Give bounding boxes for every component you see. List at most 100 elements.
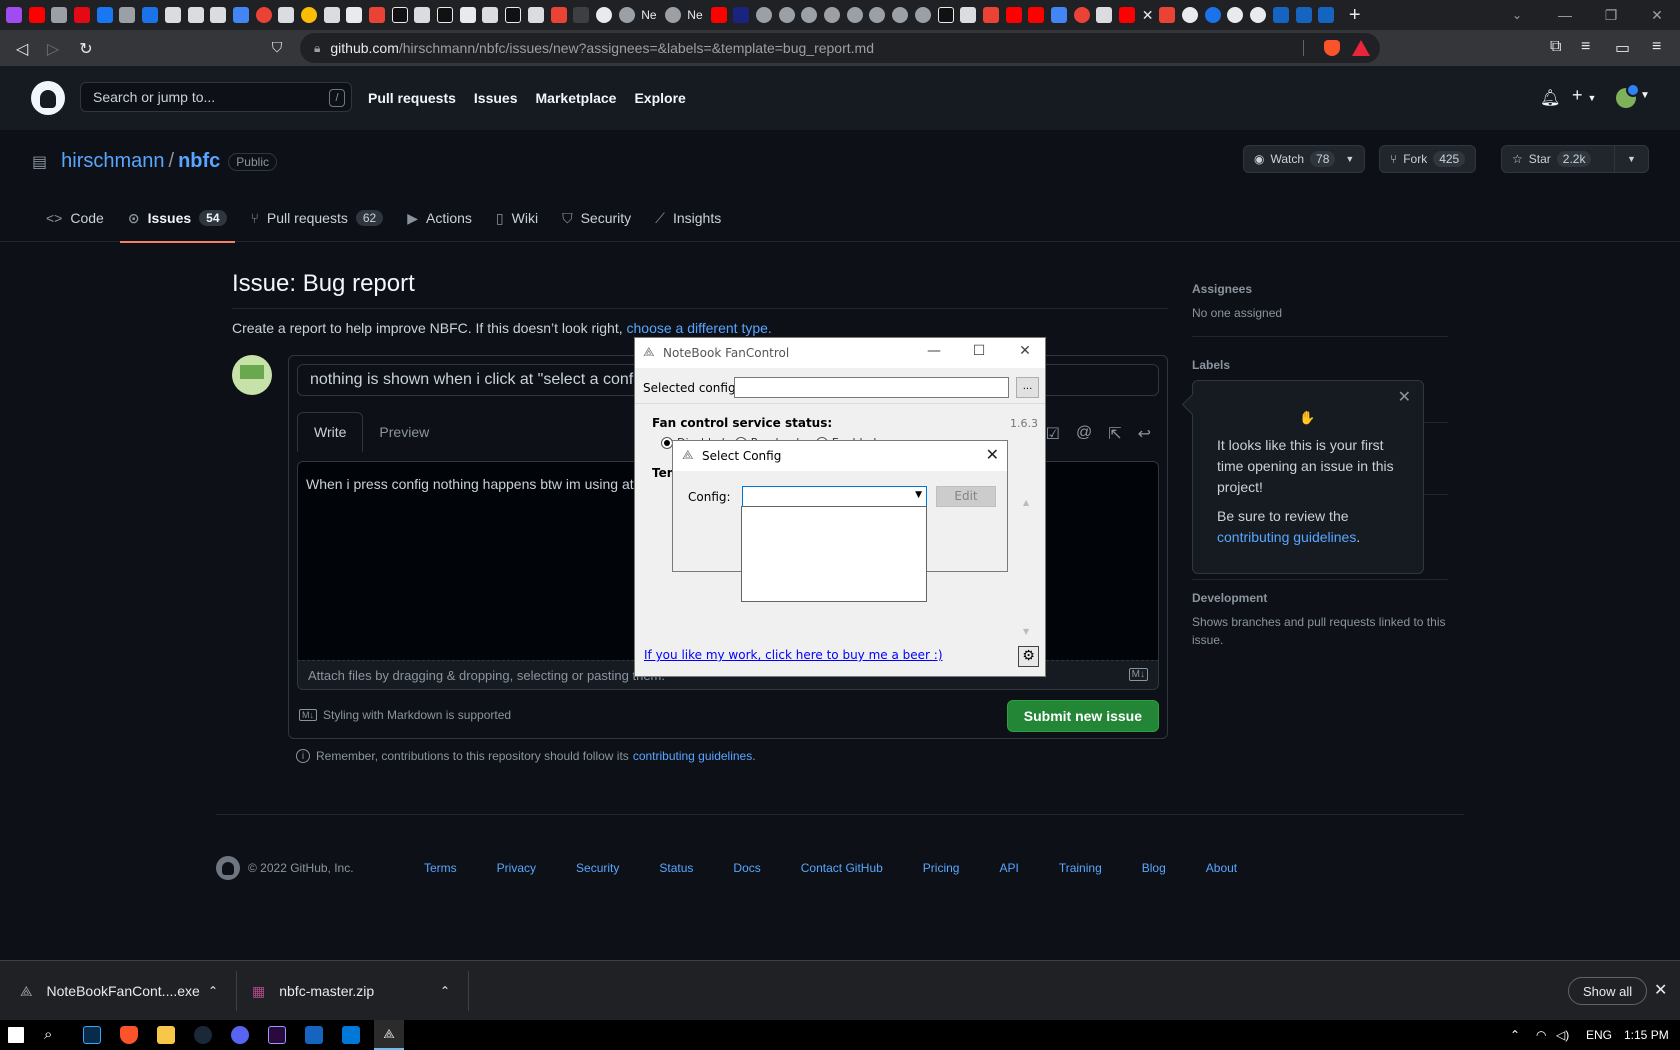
gmail-icon[interactable] [1159,7,1176,23]
nbfc-titlebar[interactable]: ⟁ NoteBook FanControl — ☐ ✕ [635,338,1045,368]
tab-wiki[interactable]: ▯ Wiki [488,194,546,242]
download-item-zip[interactable]: ▦ nbfc-master.zip ⌃ [252,961,452,1021]
window-close-icon[interactable]: ✕ [1634,0,1680,30]
nav-marketplace[interactable]: Marketplace [536,90,617,106]
file-explorer-icon[interactable] [157,1026,175,1044]
google-icon[interactable] [232,7,249,23]
gear-icon[interactable] [595,7,612,23]
menu-icon[interactable]: ≡ [1652,38,1661,56]
red-circle-icon[interactable] [255,7,272,23]
select-config-titlebar[interactable]: ⟁ Select Config ✕ [673,441,1007,471]
sidebar-assignees[interactable]: Assignees No one assigned [1192,282,1448,322]
grey-page-icon[interactable] [119,7,136,23]
circle-icon[interactable] [618,7,635,23]
config-dropdown-list[interactable] [741,506,927,602]
minimize-icon[interactable]: — [924,343,944,359]
gmail-icon[interactable] [982,7,999,23]
app-icon[interactable] [342,1026,360,1044]
plus-icon[interactable]: + ▼ [1572,85,1596,106]
github-icon[interactable] [1250,7,1267,23]
blue-circle-icon[interactable] [1204,7,1221,23]
choose-type-link[interactable]: choose a different type. [627,320,772,336]
terminal-icon[interactable] [391,7,408,23]
close-icon[interactable]: ✕ [1398,387,1411,408]
edit-config-button[interactable]: Edit [936,486,996,507]
back-icon[interactable]: ◁ [12,39,32,59]
brave-icon[interactable] [120,1026,138,1044]
tasklist-icon[interactable]: ☑ [1046,424,1060,444]
tray-chevron-up-icon[interactable]: ⌃ [1510,1028,1520,1042]
footer-link-privacy[interactable]: Privacy [497,861,536,875]
discord-icon[interactable] [231,1026,249,1044]
reload-icon[interactable]: ↻ [76,39,96,59]
footer-link-pricing[interactable]: Pricing [923,861,960,875]
clock[interactable]: 1:15 PM [1624,1028,1669,1042]
chevron-down-icon[interactable]: ▼ [1640,90,1650,101]
config-combobox[interactable]: ▼ [742,486,927,507]
circle-icon[interactable] [869,7,886,23]
nav-pull-requests[interactable]: Pull requests [368,90,456,106]
youtube-icon[interactable] [1028,7,1045,23]
show-all-downloads-button[interactable]: Show all [1568,977,1648,1005]
footer-link-training[interactable]: Training [1059,861,1102,875]
figure-icon[interactable] [527,7,544,23]
bell-icon[interactable]: 🔔︎ [1540,88,1560,108]
search-input[interactable]: Search or jump to... / [80,82,352,112]
watch-button[interactable]: ◉ Watch 78 ▼ [1243,145,1366,173]
forward-icon[interactable]: ▷ [43,39,63,59]
youtube-icon[interactable] [1005,7,1022,23]
tab-preview[interactable]: Preview [363,412,445,452]
maximize-icon[interactable]: ☐ [969,343,989,359]
netflix-icon[interactable] [74,7,91,23]
close-icon[interactable]: ✕ [1015,343,1035,359]
markdown-note-text[interactable]: Styling with Markdown is supported [323,708,511,722]
submit-issue-button[interactable]: Submit new issue [1006,700,1159,732]
browse-config-button[interactable]: ... [1016,377,1039,398]
dark-app-icon[interactable] [573,7,590,23]
search-icon[interactable]: ⌕ [44,1026,52,1043]
doc-icon[interactable] [210,7,227,23]
doc-icon[interactable] [960,7,977,23]
mention-icon[interactable]: @ [1076,424,1092,444]
footer-link-security[interactable]: Security [576,861,619,875]
scroll-up-icon[interactable]: ▲ [1023,498,1029,507]
donate-link[interactable]: If you like my work, click here to buy m… [644,648,943,662]
restore-icon[interactable]: ❐ [1588,0,1634,30]
wallet-icon[interactable]: ▭ [1615,38,1630,58]
wifi-icon[interactable]: ◠ [1536,1028,1546,1042]
doc-icon[interactable] [164,7,181,23]
tab-insights[interactable]: ⟋ Insights [647,194,729,242]
brave-shields-icon[interactable] [1324,40,1340,56]
tab-search-chevron-icon[interactable]: ⌄ [1494,0,1540,30]
blue-app-icon[interactable] [1272,7,1289,23]
emoji-icon[interactable] [300,7,317,23]
figure-icon[interactable] [482,7,499,23]
circle-icon[interactable] [846,7,863,23]
circle-icon[interactable] [824,7,841,23]
letter-l-icon[interactable] [142,7,159,23]
premiere-icon[interactable] [268,1026,286,1044]
tab-code[interactable]: <> Code [38,194,112,242]
sidebar-development[interactable]: Development Shows branches and pull requ… [1192,591,1448,649]
terminal-icon[interactable] [505,7,522,23]
tab-issues[interactable]: ⊙ Issues 54 [119,194,235,243]
playlist-icon[interactable]: ≡ [1581,38,1590,56]
pen-icon[interactable] [459,7,476,23]
youtube-icon[interactable] [28,7,45,23]
windows-start-icon[interactable] [8,1027,24,1043]
settings-gear-icon[interactable]: ⚙ [1018,646,1039,667]
github-logo-icon[interactable] [31,81,65,115]
close-downloads-icon[interactable]: ✕ [1654,980,1667,1000]
tab-write[interactable]: Write [297,412,364,452]
fork-button[interactable]: ⑂ Fork 425 [1379,145,1477,173]
star-dropdown-icon[interactable]: ▼ [1614,146,1648,172]
download-item-exe[interactable]: ⟁ NoteBookFanCont....exe ⌃ [20,961,220,1021]
doc-icon[interactable] [278,7,295,23]
grey-page-icon[interactable] [51,7,68,23]
tab-actions[interactable]: ▶ Actions [399,194,480,242]
tab-label-ne[interactable]: Ne [687,8,702,22]
translate-icon[interactable] [1050,7,1067,23]
cross-reference-icon[interactable]: ⇱ [1108,424,1121,444]
circle-icon[interactable] [756,7,772,23]
tab-close-icon[interactable]: ✕ [1142,7,1154,24]
